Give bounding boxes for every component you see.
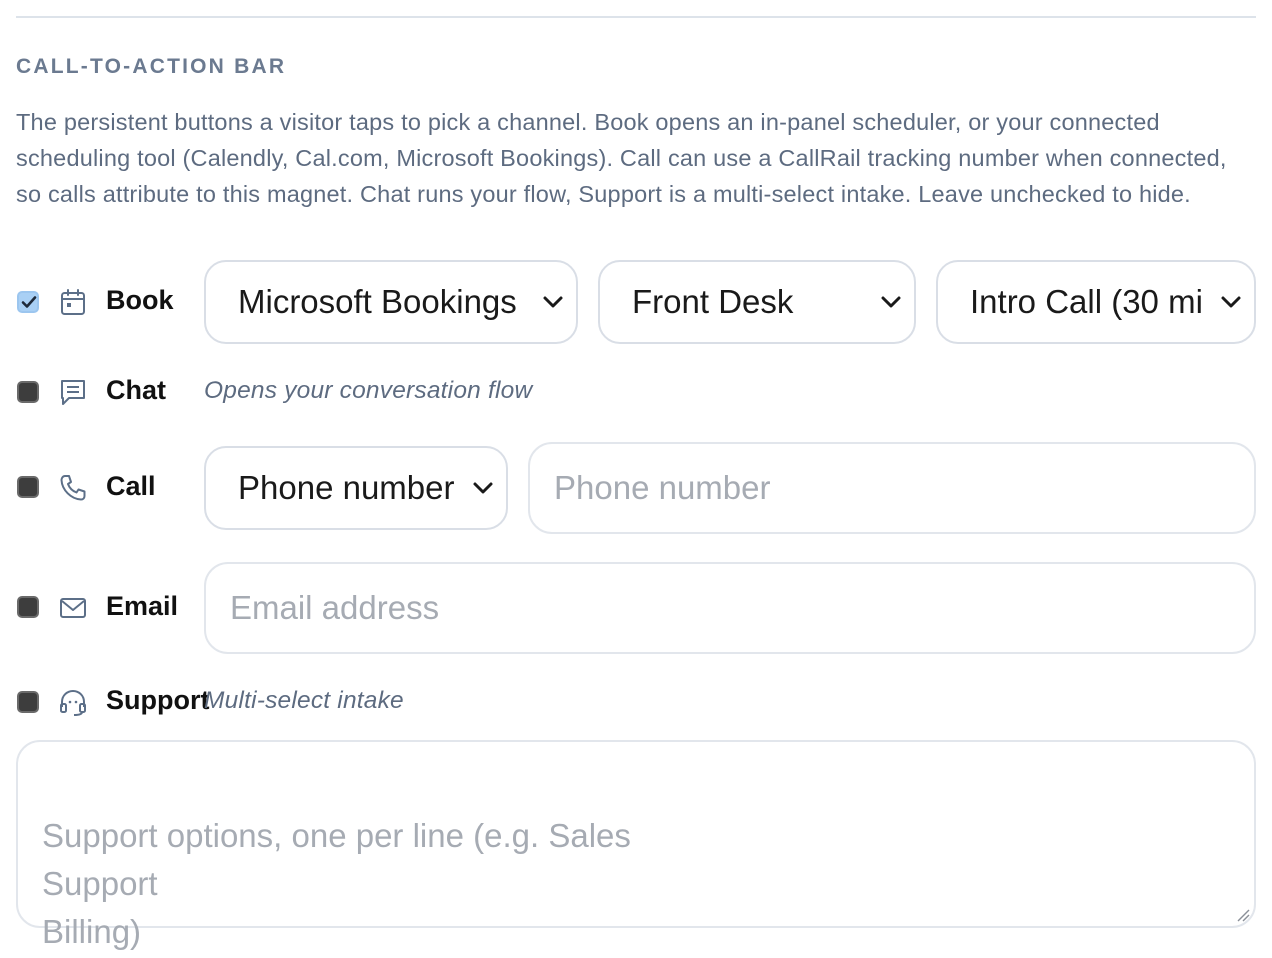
chevron-down-icon [880,295,902,309]
phone-icon [60,475,86,501]
calendar-icon [61,289,85,315]
call-number-source-value: Phone number [238,469,455,506]
resize-handle-icon[interactable] [1234,906,1250,922]
call-number-source-select[interactable]: Phone number [204,446,508,530]
email-address-placeholder: Email address [230,589,440,626]
booking-event-select[interactable]: Intro Call (30 mi [936,260,1256,344]
mail-icon [60,598,86,618]
chat-hint: Opens your conversation flow [204,377,533,404]
phone-number-placeholder: Phone number [554,469,771,506]
call-checkbox[interactable] [17,476,39,498]
phone-number-input[interactable]: Phone number [528,442,1256,534]
support-options-placeholder: Support options, one per line (e.g. Sale… [42,817,631,950]
booking-provider-select[interactable]: Microsoft Bookings [204,260,578,344]
chat-label: Chat [106,375,166,405]
book-label: Book [106,285,174,315]
chevron-down-icon [542,295,564,309]
booking-calendar-select[interactable]: Front Desk [598,260,916,344]
chevron-down-icon [1220,295,1242,309]
support-options-textarea[interactable]: Support options, one per line (e.g. Sale… [16,740,1256,950]
call-label: Call [106,471,156,501]
section-divider [16,16,1256,18]
booking-event-value: Intro Call (30 mi [970,283,1203,320]
headset-icon [60,689,86,716]
email-address-input[interactable]: Email address [204,562,1256,654]
support-hint: Multi-select intake [204,687,404,714]
booking-calendar-value: Front Desk [632,283,794,320]
book-checkbox[interactable] [17,291,39,313]
support-checkbox[interactable] [17,691,39,713]
support-label: Support [106,685,210,715]
section-description: The persistent buttons a visitor taps to… [16,109,1227,207]
chevron-down-icon [472,481,494,495]
chat-icon [61,380,85,405]
email-label: Email [106,591,179,621]
chat-checkbox[interactable] [17,381,39,403]
booking-provider-value: Microsoft Bookings [238,283,517,320]
email-checkbox[interactable] [17,596,39,618]
section-heading: CALL-TO-ACTION BAR [16,55,287,78]
